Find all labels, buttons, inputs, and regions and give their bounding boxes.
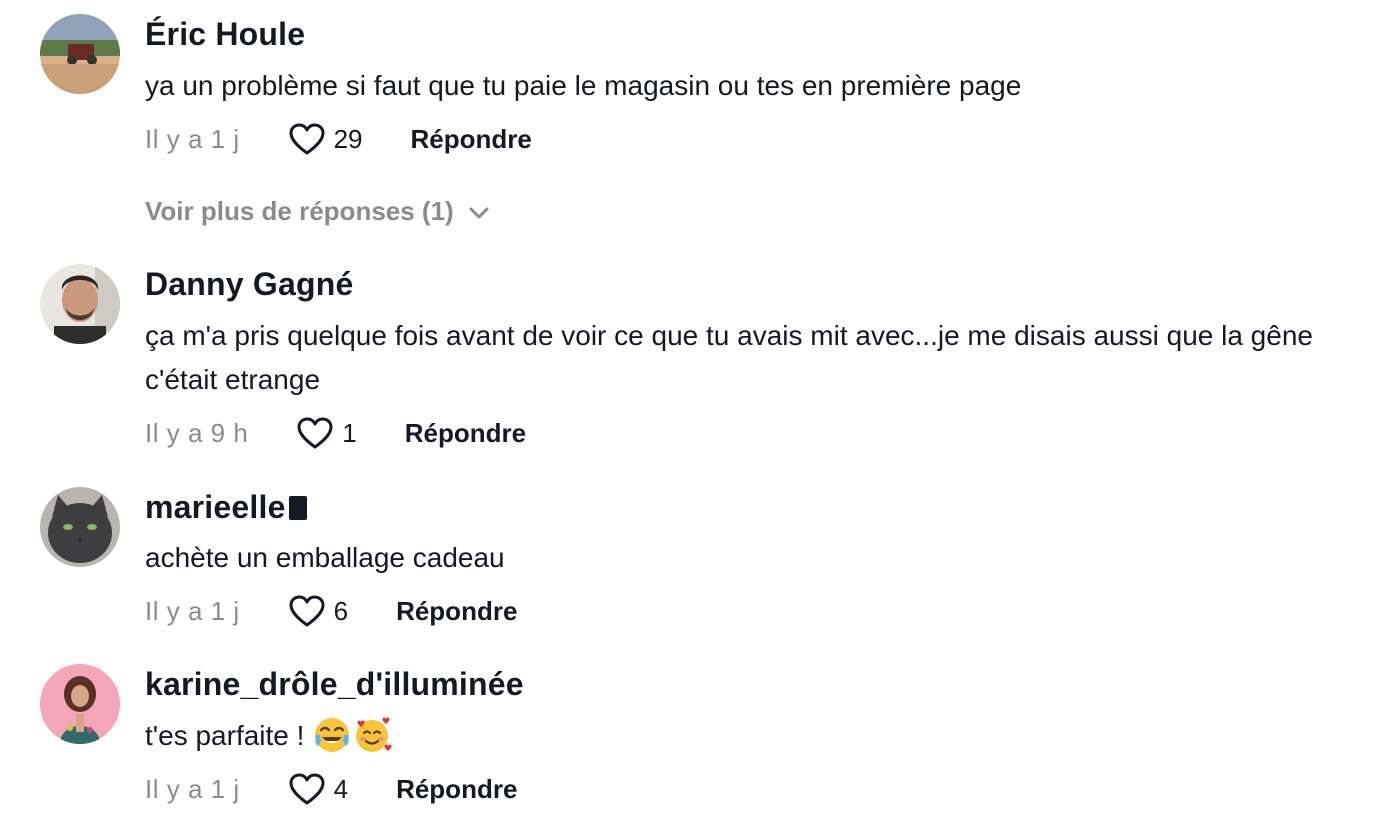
username[interactable]: Éric Houle — [145, 16, 305, 53]
comment-time: Il y a 1 j — [145, 595, 240, 626]
comment-meta: Il y a 1 j 4 Répondre — [145, 769, 517, 809]
heart-outline-icon — [288, 772, 326, 806]
reply-button[interactable]: Répondre — [396, 774, 517, 805]
comment-time: Il y a 1 j — [145, 123, 240, 154]
comment-text: t'es parfaite ! — [145, 714, 1385, 758]
like-count: 29 — [333, 123, 363, 154]
chevron-down-icon — [454, 196, 490, 227]
comment-meta: Il y a 1 j 6 Répondre — [145, 591, 517, 631]
comment-meta: Il y a 9 h 1 Répondre — [145, 413, 526, 453]
like-count: 6 — [333, 595, 349, 626]
avatar[interactable] — [40, 487, 120, 567]
heart-outline-icon — [288, 122, 326, 156]
username[interactable]: marieelle — [145, 489, 307, 526]
like-button[interactable]: 1 — [296, 416, 357, 450]
reply-button[interactable]: Répondre — [411, 124, 532, 155]
view-more-replies-button[interactable]: Voir plus de réponses (1) — [145, 196, 490, 227]
like-button[interactable]: 4 — [288, 772, 348, 806]
comment-time: Il y a 1 j — [145, 773, 240, 804]
like-button[interactable]: 29 — [288, 122, 363, 156]
comment-text-label: t'es parfaite ! — [145, 720, 313, 751]
unknown-glyph-icon — [288, 496, 307, 520]
username[interactable]: karine_drôle_d'illuminée — [145, 666, 524, 703]
avatar[interactable] — [40, 264, 120, 344]
comment-text: ya un problème si faut que tu paie le ma… — [145, 70, 1022, 101]
like-count: 1 — [342, 417, 357, 448]
username[interactable]: Danny Gagné — [145, 266, 353, 303]
username-label: marieelle — [145, 489, 286, 525]
like-button[interactable]: 6 — [288, 594, 348, 628]
comment-meta: Il y a 1 j 29 Répondre — [145, 119, 532, 159]
avatar[interactable] — [40, 664, 120, 744]
reply-button[interactable]: Répondre — [396, 596, 517, 627]
tears-of-joy-emoji — [315, 718, 350, 752]
comment-text: ça m'a pris quelque fois avant de voir c… — [145, 320, 1313, 395]
comment-time: Il y a 9 h — [145, 417, 249, 448]
avatar[interactable] — [40, 14, 120, 94]
like-count: 4 — [333, 773, 349, 804]
comment-text: achète un emballage cadeau — [145, 542, 505, 573]
heart-outline-icon — [296, 416, 334, 450]
heart-outline-icon — [288, 594, 326, 628]
smiling-face-with-hearts-emoji — [356, 717, 392, 752]
reply-button[interactable]: Répondre — [405, 418, 526, 449]
view-more-replies-label: Voir plus de réponses (1) — [145, 196, 454, 226]
